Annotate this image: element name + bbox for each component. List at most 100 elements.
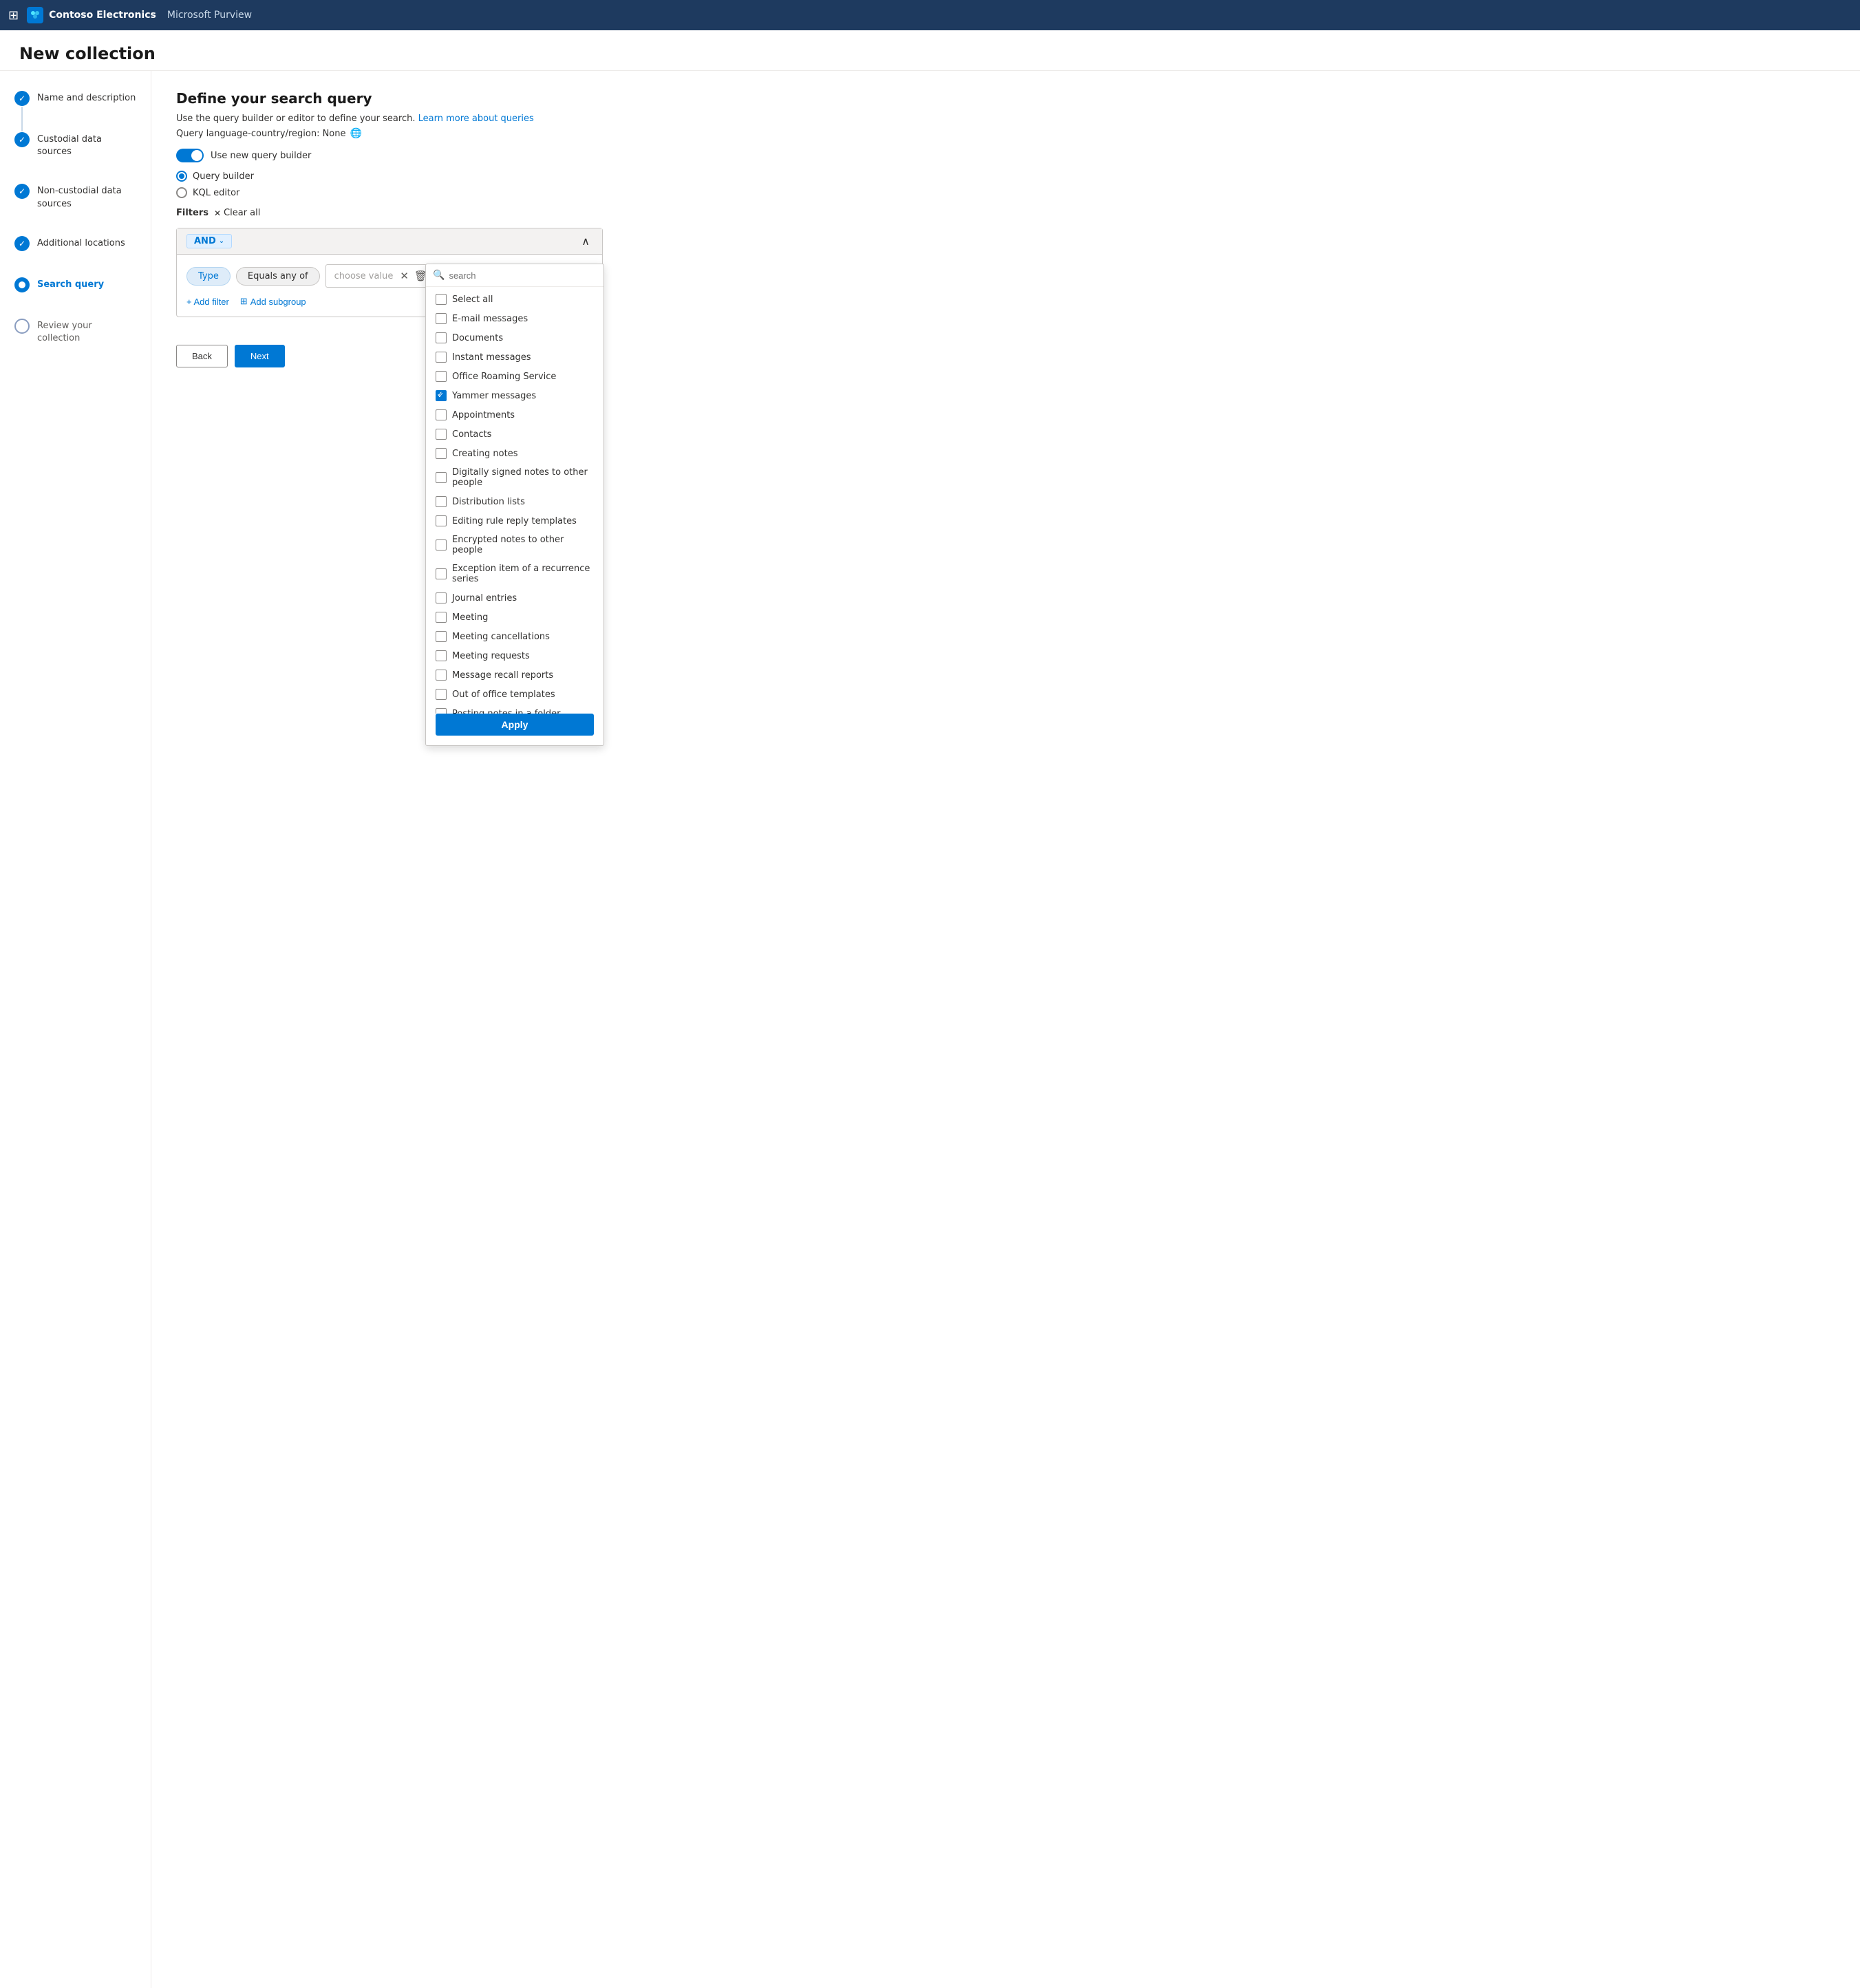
globe-icon[interactable]: 🌐 bbox=[350, 128, 362, 139]
dropdown-item-label-13: Exception item of a recurrence series bbox=[452, 564, 594, 584]
step-item-name-description[interactable]: ✓ Name and description bbox=[14, 90, 137, 107]
checkbox-17 bbox=[436, 650, 447, 661]
query-lang-row: Query language-country/region: None 🌐 bbox=[176, 128, 1835, 139]
step-label-4: Additional locations bbox=[37, 235, 125, 250]
dropdown-item-label-5: Yammer messages bbox=[452, 391, 536, 401]
dropdown-item-20[interactable]: Posting notes in a folder bbox=[426, 704, 603, 714]
product-name: Microsoft Purview bbox=[167, 10, 252, 21]
dropdown-item-12[interactable]: Encrypted notes to other people bbox=[426, 531, 603, 559]
dropdown-item-17[interactable]: Meeting requests bbox=[426, 646, 603, 665]
dropdown-item-label-15: Meeting bbox=[452, 612, 488, 623]
step-item-custodial[interactable]: ✓ Custodial data sources bbox=[14, 131, 137, 158]
step-label-6: Review your collection bbox=[37, 318, 137, 345]
step-check-4: ✓ bbox=[14, 236, 30, 251]
dropdown-item-label-9: Digitally signed notes to other people bbox=[452, 467, 594, 488]
page-header: New collection bbox=[0, 30, 1860, 71]
dropdown-item-2[interactable]: Documents bbox=[426, 328, 603, 348]
filter-operator[interactable]: Equals any of bbox=[236, 267, 320, 286]
checkbox-16 bbox=[436, 631, 447, 642]
dropdown-item-13[interactable]: Exception item of a recurrence series bbox=[426, 559, 603, 588]
dropdown-item-label-1: E-mail messages bbox=[452, 314, 528, 324]
step-inactive-6 bbox=[14, 319, 30, 334]
dropdown-item-4[interactable]: Office Roaming Service bbox=[426, 367, 603, 386]
dropdown-item-9[interactable]: Digitally signed notes to other people bbox=[426, 463, 603, 492]
toggle-knob bbox=[191, 150, 202, 161]
dropdown-item-19[interactable]: Out of office templates bbox=[426, 685, 603, 704]
step-dot-4: ✓ bbox=[14, 235, 30, 252]
step-active-5 bbox=[14, 277, 30, 292]
query-builder-container: AND ⌄ ∧ Type Equals any of choose value … bbox=[176, 228, 603, 317]
search-icon: 🔍 bbox=[433, 270, 445, 281]
add-subgroup-button[interactable]: ⊞ Add subgroup bbox=[240, 296, 306, 307]
step-item-non-custodial[interactable]: ✓ Non-custodial data sources bbox=[14, 183, 137, 210]
filter-type-pill[interactable]: Type bbox=[186, 267, 231, 286]
clear-icon: ✕ bbox=[214, 209, 221, 218]
subgroup-icon: ⊞ bbox=[240, 296, 248, 307]
step-item-additional[interactable]: ✓ Additional locations bbox=[14, 235, 137, 252]
step-dot-5 bbox=[14, 277, 30, 293]
dropdown-item-3[interactable]: Instant messages bbox=[426, 348, 603, 367]
query-builder-toggle[interactable] bbox=[176, 149, 204, 162]
checkbox-5: ✓ bbox=[436, 390, 447, 401]
filter-clear-btn[interactable]: ✕ bbox=[398, 268, 410, 284]
dropdown-item-label-7: Contacts bbox=[452, 429, 491, 440]
toggle-label: Use new query builder bbox=[211, 151, 311, 161]
grid-icon[interactable]: ⊞ bbox=[8, 8, 19, 23]
dropdown-search-input[interactable] bbox=[449, 270, 597, 281]
dropdown-item-label-3: Instant messages bbox=[452, 352, 531, 363]
radio-query-builder[interactable]: Query builder bbox=[176, 171, 1835, 182]
radio-kql-editor[interactable]: KQL editor bbox=[176, 187, 1835, 198]
checkbox-11 bbox=[436, 515, 447, 526]
brand-name: Contoso Electronics bbox=[49, 10, 156, 21]
and-badge[interactable]: AND ⌄ bbox=[186, 234, 232, 248]
dropdown-item-18[interactable]: Message recall reports bbox=[426, 665, 603, 685]
clear-all-btn[interactable]: ✕ Clear all bbox=[214, 208, 260, 218]
dropdown-item-14[interactable]: Journal entries bbox=[426, 588, 603, 608]
checkbox-3 bbox=[436, 352, 447, 363]
dropdown-item-1[interactable]: E-mail messages bbox=[426, 309, 603, 328]
dropdown-item-7[interactable]: Contacts bbox=[426, 425, 603, 444]
dropdown-item-label-14: Journal entries bbox=[452, 593, 517, 603]
step-list: ✓ Name and description ✓ Custodial data … bbox=[14, 90, 137, 345]
next-button[interactable]: Next bbox=[235, 345, 285, 367]
add-filter-button[interactable]: + Add filter bbox=[186, 297, 229, 307]
dropdown-item-8[interactable]: Creating notes bbox=[426, 444, 603, 463]
filter-actions: ✕ 🗑 bbox=[398, 268, 429, 284]
checkbox-0 bbox=[436, 294, 447, 305]
checkbox-7 bbox=[436, 429, 447, 440]
step-dot-1: ✓ bbox=[14, 90, 30, 107]
filters-row: Filters ✕ Clear all bbox=[176, 208, 1835, 218]
checkbox-4 bbox=[436, 371, 447, 382]
dropdown-item-5[interactable]: ✓ Yammer messages bbox=[426, 386, 603, 405]
radio-group: Query builder KQL editor bbox=[176, 171, 1835, 198]
dropdown-item-10[interactable]: Distribution lists bbox=[426, 492, 603, 511]
step-label-3: Non-custodial data sources bbox=[37, 183, 137, 210]
dropdown-item-0[interactable]: Select all bbox=[426, 290, 603, 309]
dropdown-item-15[interactable]: Meeting bbox=[426, 608, 603, 627]
back-button[interactable]: Back bbox=[176, 345, 228, 367]
radio-dot-query-builder bbox=[176, 171, 187, 182]
step-dot-2: ✓ bbox=[14, 131, 30, 148]
dropdown-item-16[interactable]: Meeting cancellations bbox=[426, 627, 603, 646]
dropdown-item-label-16: Meeting cancellations bbox=[452, 632, 550, 642]
checkbox-19 bbox=[436, 689, 447, 700]
dropdown-item-label-20: Posting notes in a folder bbox=[452, 709, 560, 714]
learn-more-link[interactable]: Learn more about queries bbox=[418, 114, 534, 124]
collapse-button[interactable]: ∧ bbox=[579, 235, 592, 248]
dropdown-item-label-17: Meeting requests bbox=[452, 651, 530, 661]
step-dot-3: ✓ bbox=[14, 183, 30, 200]
step-item-review[interactable]: Review your collection bbox=[14, 318, 137, 345]
checkbox-6 bbox=[436, 409, 447, 420]
step-item-search-query[interactable]: Search query bbox=[14, 277, 137, 293]
apply-button[interactable]: Apply bbox=[436, 714, 594, 736]
dropdown-search-bar: 🔍 bbox=[426, 264, 603, 287]
dropdown-item-6[interactable]: Appointments bbox=[426, 405, 603, 425]
dropdown-item-label-11: Editing rule reply templates bbox=[452, 516, 577, 526]
dropdown-item-11[interactable]: Editing rule reply templates bbox=[426, 511, 603, 531]
step-check-1: ✓ bbox=[14, 91, 30, 106]
step-label-1: Name and description bbox=[37, 90, 136, 105]
checkbox-9 bbox=[436, 472, 447, 483]
checkbox-1 bbox=[436, 313, 447, 324]
filter-value-field[interactable]: choose value ✕ 🗑 bbox=[325, 264, 438, 288]
dropdown-item-label-4: Office Roaming Service bbox=[452, 372, 556, 382]
